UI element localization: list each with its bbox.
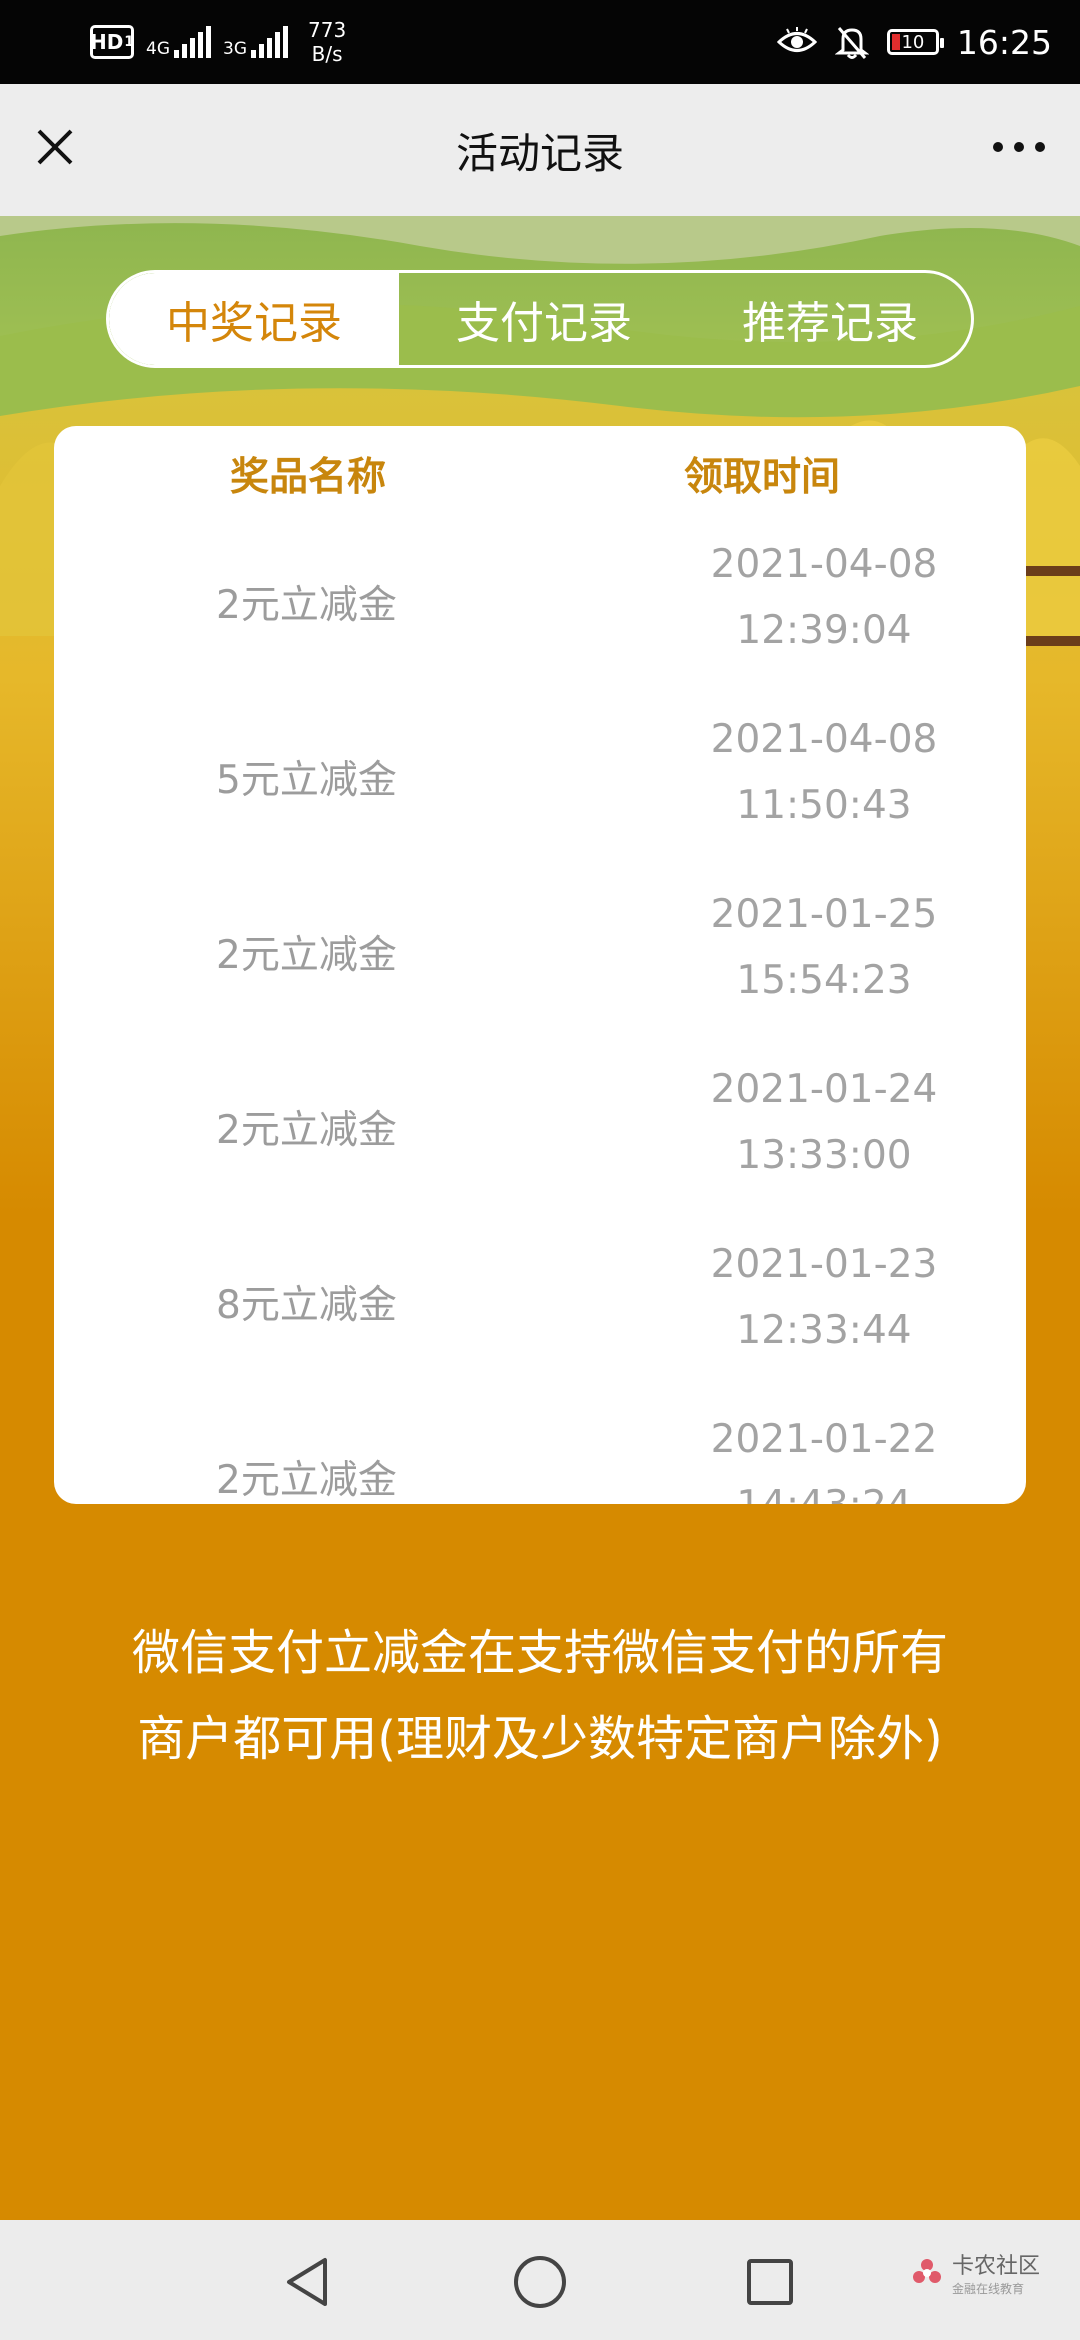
signal-1: 4G [146,26,211,58]
watermark-logo-icon [912,2258,941,2283]
notice-line-1: 微信支付立减金在支持微信支付的所有 [131,1625,948,1681]
tab-referral-records[interactable]: 推荐记录 [689,273,971,365]
signal-bars-icon [174,26,211,58]
record-tabs: 中奖记录 支付记录 推荐记录 [106,270,974,368]
claim-clock: 11:50:43 [736,783,912,828]
prize-name: 8元立减金 [216,1283,397,1328]
claim-date: 2021-01-22 [710,1417,938,1462]
claim-clock: 12:39:04 [736,608,912,653]
list-item: 2元立减金 2021-01-25 15:54:23 [54,882,1026,1057]
claim-clock: 14:43:24 [614,1473,1026,1504]
eye-icon [776,27,817,52]
list-item: 2元立减金 2021-01-22 14:43:24 [54,1407,1026,1504]
tab-payment-records[interactable]: 支付记录 [399,273,689,365]
home-icon [514,2256,566,2308]
records-panel[interactable]: 奖品名称 领取时间 2元立减金 2021-04-08 12:39:04 5元立减… [54,426,1026,1504]
recent-apps-icon [747,2259,793,2305]
claim-time: 2021-01-22 14:43:24 [614,1407,1026,1504]
claim-time: 2021-04-08 12:39:04 [614,532,1026,664]
battery-icon: 10 [886,29,944,55]
watermark-subtitle: 金融在线教育 [951,2282,1024,2296]
claim-time: 2021-01-23 12:33:44 [614,1232,1026,1364]
column-header-prize: 奖品名称 [230,455,387,500]
network-label-1: 4G [146,39,170,59]
back-icon [287,2258,327,2306]
claim-date: 2021-04-08 [710,542,938,587]
hd-sim-label: 1 [124,34,135,50]
more-button[interactable] [984,118,1054,176]
claim-clock: 15:54:23 [736,958,912,1003]
signal-bars-icon [251,26,288,58]
hd-icon: HD 1 [90,25,134,59]
claim-clock: 13:33:00 [736,1133,912,1178]
prize-name: 2元立减金 [216,1458,397,1503]
prize-name: 2元立减金 [216,933,397,978]
hd-label: HD [89,30,124,54]
speed-unit: B/s [311,42,343,66]
watermark: 卡农社区 金融在线教育 [910,2248,1040,2297]
claim-date: 2021-01-25 [710,892,938,937]
speed-value: 773 [308,18,347,42]
watermark-title: 卡农社区 [951,2254,1040,2279]
recent-apps-button[interactable] [730,2242,810,2322]
claim-time: 2021-04-08 11:50:43 [614,707,1026,839]
notice-line-2: 商户都可用(理财及少数特定商户除外) [137,1711,943,1767]
claim-date: 2021-04-08 [710,717,938,762]
claim-time: 2021-01-25 15:54:23 [614,882,1026,1014]
records-list: 2元立减金 2021-04-08 12:39:04 5元立减金 2021-04-… [54,532,1026,1504]
prize-name: 5元立减金 [216,758,397,803]
list-item: 8元立减金 2021-01-23 12:33:44 [54,1232,1026,1407]
watermark-text: 卡农社区 金融在线教育 [952,2248,1040,2297]
signal-2: 3G [223,26,288,58]
back-button[interactable] [268,2242,348,2322]
network-speed: 773 B/s [308,18,346,66]
system-nav-bar: 卡农社区 金融在线教育 [0,2220,1080,2340]
list-item: 2元立减金 2021-04-08 12:39:04 [54,532,1026,707]
home-button[interactable] [500,2242,580,2322]
title-bar: 活动记录 [0,84,1080,216]
claim-time: 2021-01-24 13:33:00 [614,1057,1026,1189]
more-icon [993,142,1045,152]
clock: 16:25 [956,22,1052,62]
mute-icon [834,27,869,59]
list-item: 2元立减金 2021-01-24 13:33:00 [54,1057,1026,1232]
notice-text: 微信支付立减金在支持微信支付的所有 商户都可用(理财及少数特定商户除外) [70,1610,1010,1782]
status-bar: HD 1 4G 3G 773 B/s 10 16:25 [0,0,1080,84]
claim-date: 2021-01-24 [710,1067,938,1112]
list-item: 5元立减金 2021-04-08 11:50:43 [54,707,1026,882]
prize-name: 2元立减金 [216,1108,397,1153]
battery-level: 10 [901,31,925,53]
claim-clock: 12:33:44 [736,1308,912,1353]
status-left: HD 1 4G 3G 773 B/s [90,16,346,68]
status-right: 10 16:25 [776,16,1052,68]
claim-date: 2021-01-23 [710,1242,938,1287]
tab-winning-records[interactable]: 中奖记录 [109,273,399,365]
column-header-time: 领取时间 [684,455,841,500]
network-label-2: 3G [223,39,247,59]
page-title: 活动记录 [455,129,624,178]
prize-name: 2元立减金 [216,583,397,628]
